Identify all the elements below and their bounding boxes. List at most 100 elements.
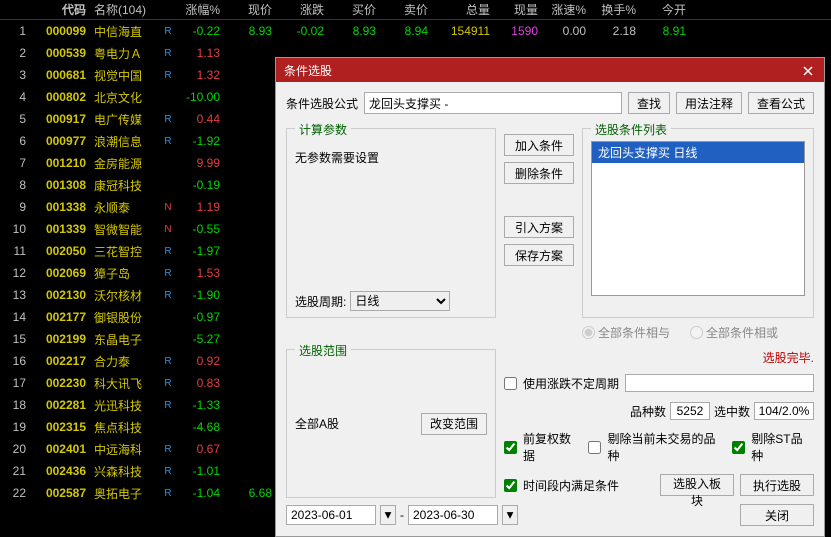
row-name[interactable]: 中信海直 <box>90 23 160 40</box>
add-condition-button[interactable]: 加入条件 <box>504 134 574 156</box>
row-name[interactable]: 沃尔核材 <box>90 287 160 304</box>
fq-checkbox[interactable] <box>504 441 517 454</box>
delete-condition-button[interactable]: 删除条件 <box>504 162 574 184</box>
row-name[interactable]: 东晶电子 <box>90 331 160 348</box>
row-code[interactable]: 002130 <box>30 288 90 302</box>
col-buy-hdr[interactable]: 买价 <box>328 1 380 18</box>
radio-and[interactable]: 全部条件相与 <box>582 324 670 341</box>
col-speed-hdr[interactable]: 涨速% <box>542 1 590 18</box>
row-code[interactable]: 002281 <box>30 398 90 412</box>
row-code[interactable]: 002177 <box>30 310 90 324</box>
row-name[interactable]: 獐子岛 <box>90 265 160 282</box>
import-plan-button[interactable]: 引入方案 <box>504 216 574 238</box>
col-name-hdr[interactable]: 名称(104) <box>90 1 160 18</box>
col-price-hdr[interactable]: 现价 <box>224 1 276 18</box>
row-name[interactable]: 光迅科技 <box>90 397 160 414</box>
row-code[interactable]: 000099 <box>30 24 90 38</box>
save-plan-button[interactable]: 保存方案 <box>504 244 574 266</box>
add-block-button[interactable]: 选股入板块 <box>660 474 734 496</box>
formula-select[interactable] <box>364 92 622 114</box>
row-code[interactable]: 000681 <box>30 68 90 82</box>
list-title: 选股条件列表 <box>591 121 671 138</box>
row-code[interactable]: 002199 <box>30 332 90 346</box>
date-to-input[interactable] <box>408 505 498 525</box>
row-idx: 10 <box>0 222 30 236</box>
close-icon[interactable] <box>800 63 816 77</box>
row-flag: R <box>160 356 176 367</box>
condition-listbox[interactable]: 龙回头支撑买 日线 <box>591 141 805 296</box>
row-pct: -0.55 <box>176 222 224 236</box>
row-pct: 1.19 <box>176 200 224 214</box>
row-code[interactable]: 000539 <box>30 46 90 60</box>
col-pct-hdr[interactable]: 涨幅% <box>176 1 224 18</box>
row-name[interactable]: 奥拓电子 <box>90 485 160 502</box>
scope-row: 选股范围 全部A股 改变范围 选股完毕. 使用涨跌不定周期 品种数 选中数 <box>286 343 814 498</box>
date-to-dropdown[interactable]: ▾ <box>502 505 518 525</box>
table-row[interactable]: 1000099中信海直R-0.228.93-0.028.938.94154911… <box>0 20 831 42</box>
radio-or-input[interactable] <box>690 326 703 339</box>
row-name[interactable]: 焦点科技 <box>90 419 160 436</box>
row-code[interactable]: 002587 <box>30 486 90 500</box>
col-vol-hdr[interactable]: 总量 <box>432 1 494 18</box>
row-code[interactable]: 002050 <box>30 244 90 258</box>
row-name[interactable]: 北京文化 <box>90 89 160 106</box>
close-button[interactable]: 关闭 <box>740 504 814 526</box>
col-turn-hdr[interactable]: 换手% <box>590 1 640 18</box>
radio-and-input[interactable] <box>582 326 595 339</box>
row-code[interactable]: 002436 <box>30 464 90 478</box>
row-name[interactable]: 金房能源 <box>90 155 160 172</box>
usage-button[interactable]: 用法注释 <box>676 92 742 114</box>
radio-or[interactable]: 全部条件相或 <box>690 324 778 341</box>
row-sell: 8.94 <box>380 24 432 38</box>
row-code[interactable]: 002315 <box>30 420 90 434</box>
row-code[interactable]: 000917 <box>30 112 90 126</box>
row-pct: -1.33 <box>176 398 224 412</box>
row-name[interactable]: 御银股份 <box>90 309 160 326</box>
row-name[interactable]: 永顺泰 <box>90 199 160 216</box>
count-value <box>670 402 710 420</box>
row-name[interactable]: 浪潮信息 <box>90 133 160 150</box>
row-code[interactable]: 002069 <box>30 266 90 280</box>
find-button[interactable]: 查找 <box>628 92 670 114</box>
dialog-titlebar[interactable]: 条件选股 <box>276 58 824 82</box>
row-code[interactable]: 001308 <box>30 178 90 192</box>
col-code-hdr[interactable]: 代码 <box>30 1 90 18</box>
change-scope-button[interactable]: 改变范围 <box>421 413 487 435</box>
row-code[interactable]: 000802 <box>30 90 90 104</box>
row-code[interactable]: 001210 <box>30 156 90 170</box>
date-from-dropdown[interactable]: ▾ <box>380 505 396 525</box>
view-formula-button[interactable]: 查看公式 <box>748 92 814 114</box>
period-select[interactable]: 日线 <box>350 291 450 311</box>
date-from-input[interactable] <box>286 505 376 525</box>
col-open-hdr[interactable]: 今开 <box>640 1 690 18</box>
notrade-checkbox[interactable] <box>588 441 601 454</box>
row-code[interactable]: 002217 <box>30 354 90 368</box>
row-code[interactable]: 001338 <box>30 200 90 214</box>
bottom-row: ▾ - ▾ 关闭 <box>286 498 814 526</box>
row-name[interactable]: 视觉中国 <box>90 67 160 84</box>
row-name[interactable]: 电广传媒 <box>90 111 160 128</box>
row-name[interactable]: 合力泰 <box>90 353 160 370</box>
row-name[interactable]: 三花智控 <box>90 243 160 260</box>
list-item[interactable]: 龙回头支撑买 日线 <box>592 142 804 163</box>
col-cur-hdr[interactable]: 现量 <box>494 1 542 18</box>
row-name[interactable]: 科大讯飞 <box>90 375 160 392</box>
options-row: 前复权数据 剔除当前未交易的品种 剔除ST品种 <box>504 428 814 466</box>
time-checkbox[interactable] <box>504 479 517 492</box>
row-name[interactable]: 兴森科技 <box>90 463 160 480</box>
row-pct: -1.01 <box>176 464 224 478</box>
col-sell-hdr[interactable]: 卖价 <box>380 1 432 18</box>
row-name[interactable]: 粤电力Ａ <box>90 45 160 62</box>
row-name[interactable]: 康冠科技 <box>90 177 160 194</box>
row-name[interactable]: 智微智能 <box>90 221 160 238</box>
unfixed-input[interactable] <box>625 374 814 392</box>
st-checkbox[interactable] <box>732 441 745 454</box>
row-code[interactable]: 002230 <box>30 376 90 390</box>
exec-button[interactable]: 执行选股 <box>740 474 814 496</box>
row-name[interactable]: 中远海科 <box>90 441 160 458</box>
col-chg-hdr[interactable]: 涨跌 <box>276 1 328 18</box>
row-code[interactable]: 002401 <box>30 442 90 456</box>
row-code[interactable]: 000977 <box>30 134 90 148</box>
row-code[interactable]: 001339 <box>30 222 90 236</box>
unfixed-checkbox[interactable] <box>504 377 517 390</box>
